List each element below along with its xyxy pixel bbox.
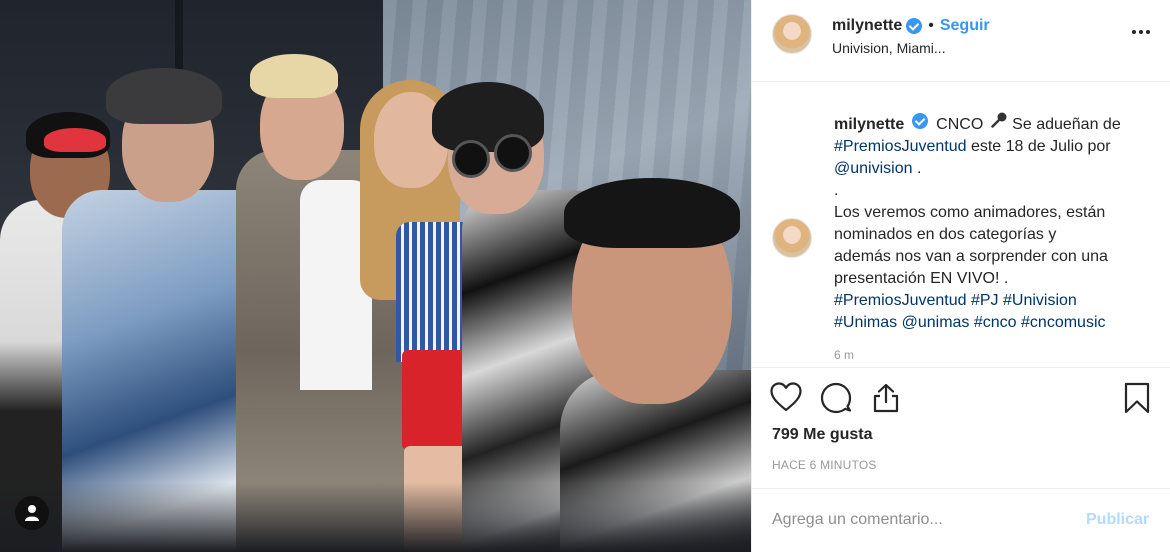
caption-text-2: este 18 de Julio por — [966, 138, 1111, 155]
hashtag-link[interactable]: #cnco — [974, 314, 1017, 331]
hashtag-link[interactable]: #Unimas — [834, 314, 897, 331]
caption-text-6: nominados en dos categorías y — [834, 226, 1057, 243]
hashtag-link[interactable]: #Univision — [1003, 292, 1077, 309]
verified-badge-icon — [911, 113, 928, 129]
heart-icon[interactable] — [770, 382, 802, 417]
caption-band-name: CNCO — [936, 116, 984, 133]
post-header: milynette • Seguir Univision, Miami... — [752, 0, 1170, 82]
post-location[interactable]: Univision, Miami... — [832, 40, 946, 56]
more-options-icon[interactable] — [1126, 22, 1156, 42]
post-side-panel: milynette • Seguir Univision, Miami... m… — [751, 0, 1170, 552]
mention-link[interactable]: @unimas — [902, 314, 970, 331]
caption-text-8: presentación EN VIVO! . — [834, 270, 1009, 287]
separator-dot: • — [928, 17, 934, 34]
verified-badge-icon — [906, 18, 923, 34]
caption-text-3: . — [912, 160, 922, 177]
comment-icon[interactable] — [820, 382, 852, 419]
caption-time: 6 m — [834, 348, 855, 362]
caption-text-4: . — [834, 182, 839, 199]
comment-input[interactable] — [772, 503, 1072, 537]
caption-author-avatar[interactable] — [772, 218, 812, 258]
hashtag-link[interactable]: #PremiosJuventud — [834, 292, 967, 309]
hashtag-link[interactable]: #PJ — [971, 292, 999, 309]
caption-text-1: Se adueñan de — [1012, 116, 1121, 133]
post-caption: milynette CNCO Se adueñan de #PremiosJuv… — [834, 111, 1152, 334]
tagged-users-button[interactable] — [15, 496, 49, 530]
author-avatar[interactable] — [772, 14, 812, 54]
follow-button[interactable]: Seguir — [940, 17, 990, 35]
caption-text-7: además nos van a sorprender con una — [834, 248, 1108, 265]
like-count[interactable]: 799 Me gusta — [772, 426, 872, 444]
user-icon — [25, 505, 39, 521]
author-username[interactable]: milynette — [832, 17, 902, 35]
caption-username[interactable]: milynette — [834, 116, 904, 133]
hashtag-link[interactable]: #cncomusic — [1021, 314, 1105, 331]
post-photo[interactable] — [0, 0, 751, 552]
author-line: milynette • Seguir — [832, 17, 990, 35]
photo-floor-shade — [0, 482, 751, 552]
post-timestamp[interactable]: HACE 6 MINUTOS — [772, 458, 877, 472]
mention-link[interactable]: @univision — [834, 160, 913, 177]
share-icon[interactable] — [870, 382, 902, 419]
comment-bar: Publicar — [752, 488, 1170, 552]
microphone-icon — [991, 112, 1007, 128]
post-actions-bar — [752, 367, 1170, 427]
bookmark-icon[interactable] — [1122, 382, 1152, 419]
publish-button[interactable]: Publicar — [1086, 511, 1149, 529]
hashtag-link[interactable]: #PremiosJuventud — [834, 138, 967, 155]
caption-text-5: Los veremos como animadores, están — [834, 204, 1106, 221]
